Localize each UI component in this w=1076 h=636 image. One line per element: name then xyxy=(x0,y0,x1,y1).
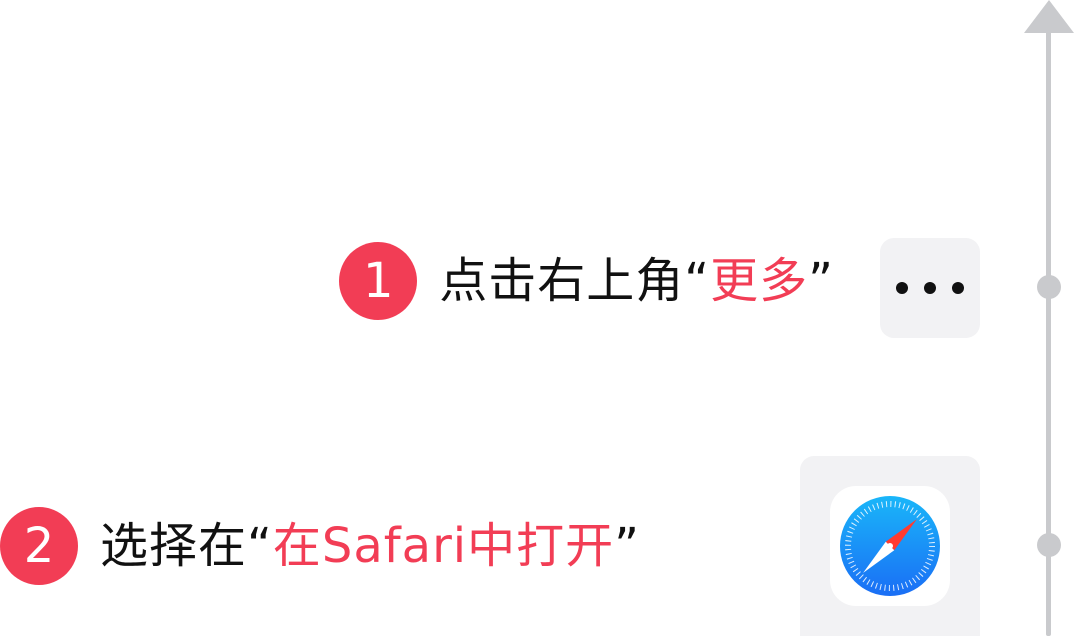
step-number-badge: 1 xyxy=(339,242,418,320)
arrow-up-icon xyxy=(1024,0,1074,33)
safari-compass-icon xyxy=(840,496,940,596)
guide-dot-step-2 xyxy=(1037,533,1061,557)
step-1-text-before: 点击右上角“ xyxy=(439,253,711,309)
ellipsis-icon xyxy=(896,282,964,294)
open-in-safari-button[interactable] xyxy=(800,456,980,636)
step-2-text-before: 选择在“ xyxy=(100,518,273,574)
step-2-instruction: 选择在“在Safari中打开” xyxy=(100,522,640,570)
step-1-instruction: 点击右上角“更多” xyxy=(439,257,834,305)
step-2: 2 选择在“在Safari中打开” xyxy=(0,505,640,587)
safari-app-icon xyxy=(830,486,950,606)
step-2-highlight: 在Safari中打开 xyxy=(272,518,615,574)
step-number-badge: 2 xyxy=(0,507,78,585)
more-button[interactable] xyxy=(880,238,980,338)
step-1-text-after: ” xyxy=(808,253,834,309)
step-1-highlight: 更多 xyxy=(710,253,809,309)
instruction-overlay: 1 点击右上角“更多” 2 选择在“在Safari中打开” xyxy=(0,0,1076,636)
step-2-text-after: ” xyxy=(614,518,641,574)
step-1: 1 点击右上角“更多” xyxy=(339,240,834,322)
guide-dot-step-1 xyxy=(1037,275,1061,299)
